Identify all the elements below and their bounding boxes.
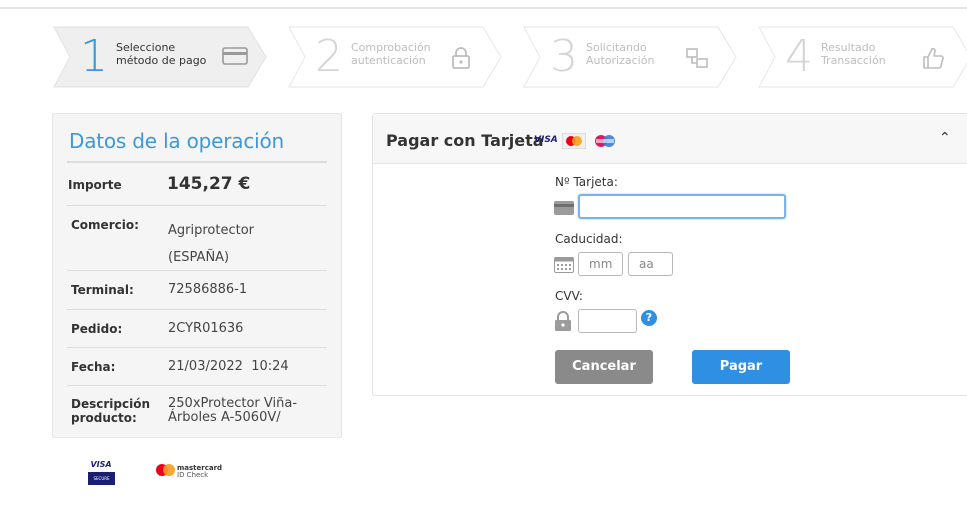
collapse-chevron-icon[interactable]: ⌃: [939, 130, 951, 146]
step-2: 2 Comprobación autenticación: [287, 26, 503, 88]
step-2-label: Comprobación autenticación: [351, 41, 431, 67]
title-divider: [67, 161, 327, 163]
exchange-icon: [686, 48, 708, 68]
mastercard-brand-icon: [562, 133, 586, 149]
expiry-month-input[interactable]: [578, 252, 623, 276]
mastercard-circles-icon: [156, 464, 175, 476]
step-4-number: 4: [785, 31, 813, 82]
date-row: Fecha: 21/03/2022 10:24: [67, 348, 327, 386]
visa-secure-logo: VISA SECURE: [87, 460, 115, 486]
credit-card-icon: [222, 47, 248, 65]
description-label: Descripción producto:: [71, 397, 150, 425]
expiry-label: Caducidad:: [555, 232, 623, 246]
mastercard-id-check-logo: mastercard ID Check: [156, 464, 226, 482]
pay-button[interactable]: Pagar: [692, 350, 790, 384]
card-panel-title: Pagar con Tarjeta: [386, 131, 544, 150]
order-row: Pedido: 2CYR01636: [67, 310, 327, 348]
step-4-label: Resultado Transacción: [821, 41, 886, 67]
order-value: 2CYR01636: [168, 321, 244, 336]
terminal-label: Terminal:: [71, 283, 134, 297]
cvv-label: CVV:: [555, 289, 583, 303]
amount-row: Importe 145,27 €: [67, 164, 327, 206]
merchant-value: Agriprotector (ESPAÑA): [168, 223, 255, 265]
calendar-icon: [554, 257, 574, 273]
card-number-label: Nº Tarjeta:: [555, 175, 618, 189]
step-1: 1 Seleccione método de pago: [52, 26, 268, 88]
merchant-row: Comercio: Agriprotector (ESPAÑA): [67, 206, 327, 271]
description-value: 250xProtector Viña- Árboles A-5060V/: [168, 396, 298, 425]
maestro-brand-icon: [595, 135, 615, 147]
merchant-label: Comercio:: [71, 218, 139, 232]
date-label: Fecha:: [71, 360, 116, 374]
operation-details-panel: Datos de la operación Importe 145,27 € C…: [52, 113, 342, 438]
top-divider: [0, 0, 967, 9]
expiry-year-input[interactable]: [628, 252, 673, 276]
help-icon[interactable]: ?: [641, 310, 657, 326]
card-panel-header[interactable]: Pagar con Tarjeta VISA ⌃: [373, 114, 967, 164]
order-label: Pedido:: [71, 322, 123, 336]
step-3-label: Solicitando Autorización: [586, 41, 655, 67]
amount-value: 145,27 €: [167, 174, 251, 194]
card-number-input[interactable]: [578, 194, 786, 219]
visa-brand-logo: VISA: [534, 135, 558, 145]
thumbs-up-icon: [923, 47, 944, 69]
amount-label: Importe: [68, 178, 122, 192]
lock-icon: [452, 47, 470, 69]
cvv-input[interactable]: [578, 309, 637, 333]
card-field-icon: [554, 201, 574, 215]
terminal-value: 72586886-1: [168, 282, 248, 297]
description-row: Descripción producto: 250xProtector Viña-…: [67, 386, 327, 430]
operation-title: Datos de la operación: [69, 129, 285, 153]
cancel-button[interactable]: Cancelar: [555, 350, 653, 384]
date-value: 21/03/2022 10:24: [168, 359, 289, 374]
step-1-label: Seleccione método de pago: [116, 41, 207, 67]
step-1-number: 1: [80, 31, 108, 82]
step-2-number: 2: [315, 31, 343, 82]
step-4: 4 Resultado Transacción: [757, 26, 967, 88]
terminal-row: Terminal: 72586886-1: [67, 271, 327, 310]
step-3-number: 3: [550, 31, 578, 82]
padlock-icon: [555, 311, 571, 331]
card-payment-panel: Pagar con Tarjeta VISA ⌃ Nº Tarjeta: Cad…: [372, 113, 967, 396]
step-3: 3 Solicitando Autorización: [522, 26, 738, 88]
